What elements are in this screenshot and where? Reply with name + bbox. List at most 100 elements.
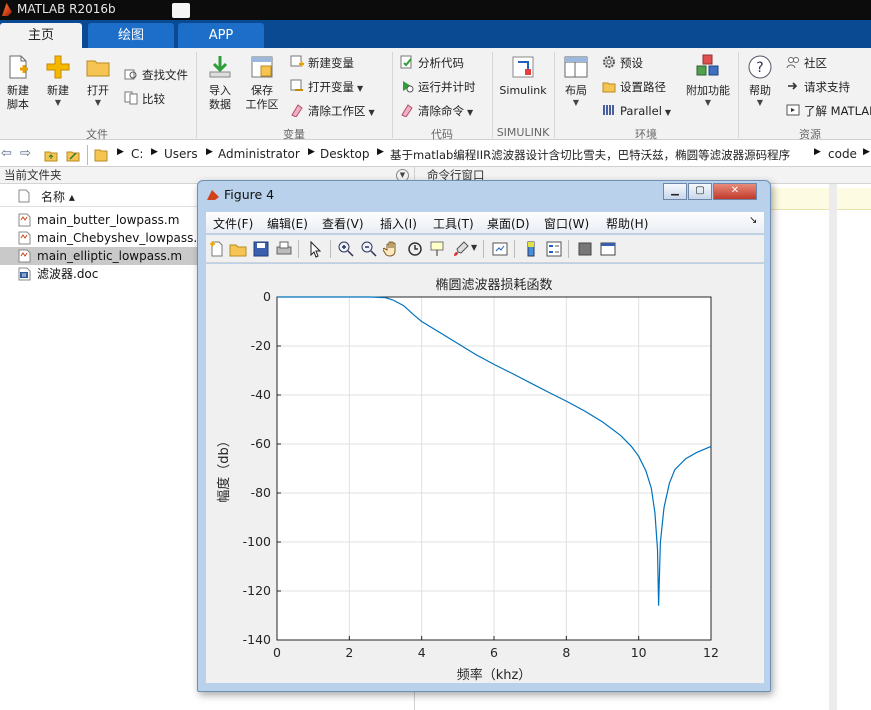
minimize-icon[interactable]: ▁ bbox=[663, 183, 687, 200]
save-workspace-button[interactable]: 保存 工作区 bbox=[240, 54, 284, 112]
close-icon[interactable]: ✕ bbox=[713, 183, 757, 200]
new-variable-button[interactable]: 新建变量 bbox=[290, 54, 354, 72]
run-and-time-button[interactable]: 运行并计时 bbox=[400, 78, 476, 96]
rotate-3d-icon[interactable] bbox=[406, 240, 424, 258]
crumb-drive[interactable]: C: bbox=[131, 147, 143, 161]
new-figure-icon[interactable] bbox=[208, 240, 226, 258]
print-icon[interactable] bbox=[275, 240, 293, 258]
community-button[interactable]: 社区 bbox=[786, 54, 827, 72]
maximize-icon[interactable]: ▢ bbox=[688, 183, 712, 200]
tab-apps[interactable]: APP bbox=[178, 23, 264, 48]
request-support-icon bbox=[788, 82, 798, 90]
menu-view[interactable]: 查看(V) bbox=[322, 215, 364, 232]
figure-title: Figure 4 bbox=[224, 187, 275, 202]
command-window-scrollbar[interactable] bbox=[829, 184, 837, 710]
link-plot-icon[interactable] bbox=[491, 240, 509, 258]
show-plot-tools-icon[interactable] bbox=[599, 240, 617, 258]
crumb-project-folder[interactable]: 基于matlab编程IIR滤波器设计含切比雪夫，巴特沃兹，椭圆等滤波器源码程序 bbox=[390, 147, 790, 163]
simulink-button[interactable]: Simulink bbox=[497, 54, 549, 98]
figure-window[interactable]: Figure 4 ▁ ▢ ✕ 文件(F) 编辑(E) 查看(V) 插入(I) 工… bbox=[197, 180, 771, 692]
new-script-button[interactable]: 新建 脚本 bbox=[0, 54, 36, 112]
parallel-icon bbox=[603, 105, 614, 115]
open-variable-label: 打开变量 bbox=[308, 80, 354, 94]
save-icon[interactable] bbox=[252, 240, 270, 258]
y-tick-label: -140 bbox=[243, 632, 271, 647]
pan-hand-icon[interactable] bbox=[383, 240, 401, 258]
analyze-code-button[interactable]: 分析代码 bbox=[400, 54, 464, 72]
help-label: 帮助 bbox=[749, 84, 771, 97]
brush-dropdown-icon[interactable]: ▼ bbox=[471, 243, 477, 252]
up-folder-icon[interactable] bbox=[44, 148, 58, 162]
menu-window[interactable]: 窗口(W) bbox=[544, 215, 589, 232]
file-name: main_elliptic_lowpass.m bbox=[37, 249, 183, 263]
chevron-down-icon: ▼ bbox=[94, 98, 102, 107]
open-button[interactable]: 打开 ▼ bbox=[78, 54, 118, 108]
find-files-button[interactable]: 查找文件 bbox=[124, 66, 188, 84]
back-arrow-icon[interactable]: ⇦ bbox=[1, 146, 12, 161]
request-support-button[interactable]: 请求支持 bbox=[786, 78, 850, 96]
ribbon-divider bbox=[738, 52, 739, 138]
loss-function-plot[interactable]: 0 2 4 6 8 10 12 0 -20 -40 -60 -80 -100 -120 -140 椭圆滤波器损… bbox=[206, 264, 764, 683]
x-tick-label: 4 bbox=[418, 645, 426, 660]
help-button[interactable]: ? 帮助 ▼ bbox=[741, 54, 779, 108]
crumb-desktop[interactable]: Desktop bbox=[320, 147, 370, 161]
community-icon bbox=[786, 57, 799, 69]
quick-access-box[interactable] bbox=[172, 3, 190, 18]
brush-icon[interactable] bbox=[452, 240, 470, 258]
open-file-icon[interactable] bbox=[229, 240, 247, 258]
section-label-variable: 变量 bbox=[283, 128, 305, 141]
colorbar-icon[interactable] bbox=[522, 240, 540, 258]
menu-help[interactable]: 帮助(H) bbox=[606, 215, 648, 232]
clear-workspace-button[interactable]: 清除工作区 ▼ bbox=[290, 102, 375, 120]
m-file-icon bbox=[18, 213, 31, 227]
new-script-label-1: 新建 bbox=[7, 84, 29, 97]
crumb-code[interactable]: code bbox=[828, 147, 857, 161]
crumb-users[interactable]: Users bbox=[164, 147, 198, 161]
addons-button[interactable]: 附加功能 ▼ bbox=[682, 54, 734, 108]
run-and-time-icon bbox=[403, 81, 414, 93]
clear-commands-button[interactable]: 清除命令 ▼ bbox=[400, 102, 473, 120]
data-cursor-icon[interactable] bbox=[429, 240, 447, 258]
section-label-code: 代码 bbox=[431, 128, 453, 141]
request-support-label: 请求支持 bbox=[804, 80, 850, 94]
new-button[interactable]: 新建 ▼ bbox=[38, 54, 78, 108]
menu-dock-arrow-icon[interactable]: ↘ bbox=[749, 215, 757, 226]
matlab-logo-icon bbox=[2, 3, 12, 16]
file-name: main_Chebyshev_lowpass.m bbox=[37, 231, 209, 245]
tab-home[interactable]: 主页 bbox=[0, 23, 82, 48]
learn-matlab-button[interactable]: 了解 MATLAB bbox=[786, 102, 871, 120]
browse-folder-icon[interactable] bbox=[66, 148, 80, 162]
zoom-out-icon[interactable] bbox=[360, 240, 378, 258]
matlab-figure-icon bbox=[207, 190, 219, 200]
folder-icon bbox=[94, 149, 108, 162]
analyze-code-label: 分析代码 bbox=[418, 56, 464, 70]
compare-button[interactable]: 比较 bbox=[124, 90, 165, 108]
preferences-button[interactable]: 预设 bbox=[602, 54, 643, 72]
parallel-button[interactable]: Parallel ▼ bbox=[602, 102, 671, 120]
crumb-administrator[interactable]: Administrator bbox=[218, 147, 300, 161]
menu-file[interactable]: 文件(F) bbox=[213, 215, 253, 232]
menu-desktop[interactable]: 桌面(D) bbox=[487, 215, 530, 232]
menu-insert[interactable]: 插入(I) bbox=[380, 215, 417, 232]
simulink-label: Simulink bbox=[499, 84, 547, 97]
learn-matlab-icon bbox=[786, 104, 800, 116]
zoom-in-icon[interactable] bbox=[337, 240, 355, 258]
chevron-down-icon: ▼ bbox=[467, 108, 474, 117]
menu-tools[interactable]: 工具(T) bbox=[433, 215, 474, 232]
set-path-button[interactable]: 设置路径 bbox=[602, 78, 666, 96]
tab-plots[interactable]: 绘图 bbox=[88, 23, 174, 48]
menu-edit[interactable]: 编辑(E) bbox=[267, 215, 308, 232]
pointer-arrow-icon[interactable] bbox=[306, 240, 324, 258]
forward-arrow-icon[interactable]: ⇨ bbox=[20, 146, 31, 161]
ribbon-divider bbox=[392, 52, 393, 138]
layout-button[interactable]: 布局 ▼ bbox=[558, 54, 594, 108]
legend-icon[interactable] bbox=[545, 240, 563, 258]
y-tick-label: -120 bbox=[243, 583, 271, 598]
open-variable-button[interactable]: 打开变量 ▼ bbox=[290, 78, 363, 96]
new-variable-label: 新建变量 bbox=[308, 56, 354, 70]
figure-toolbar: ▼ bbox=[206, 235, 764, 263]
gear-icon bbox=[603, 56, 615, 68]
import-data-button[interactable]: 导入 数据 bbox=[200, 54, 240, 112]
hide-plot-tools-icon[interactable] bbox=[576, 240, 594, 258]
chevron-down-icon: ▼ bbox=[368, 108, 375, 117]
